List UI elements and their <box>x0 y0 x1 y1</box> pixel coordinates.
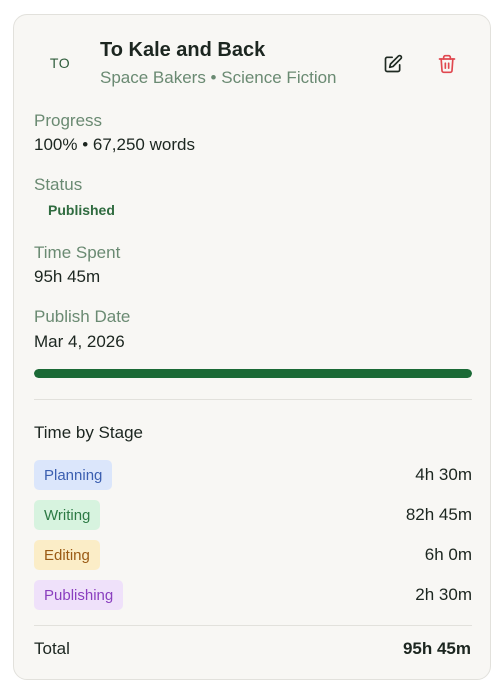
stage-chip-editing: Editing <box>34 540 100 570</box>
time-spent-value: 95h 45m <box>34 267 101 286</box>
stage-row-publishing: Publishing 2h 30m <box>34 580 472 610</box>
stage-chip-planning: Planning <box>34 460 113 490</box>
stage-time-writing: 82h 45m <box>405 505 472 524</box>
total-value: 95h 45m <box>402 639 471 658</box>
progress-value: 100% • 67,250 words <box>34 135 195 154</box>
book-initials-avatar: TO <box>49 55 71 71</box>
stage-chip-writing: Writing <box>34 500 101 530</box>
time-spent-label: Time Spent <box>34 243 121 262</box>
progress-bar <box>34 369 472 378</box>
status-label: Status <box>34 175 83 194</box>
progress-bar-fill <box>34 369 472 378</box>
progress-label: Progress <box>34 111 103 130</box>
edit-button[interactable] <box>380 51 406 77</box>
edit-icon <box>384 54 403 73</box>
book-card: TO To Kale and Back Space Bakers • Scien… <box>13 14 491 680</box>
stage-row-planning: Planning 4h 30m <box>34 460 472 490</box>
stage-time-planning: 4h 30m <box>415 465 472 484</box>
stage-time-publishing: 2h 30m <box>415 585 472 604</box>
stage-row-writing: Writing 82h 45m <box>34 500 472 530</box>
stage-chip-publishing: Publishing <box>34 580 124 610</box>
trash-icon <box>438 54 456 74</box>
status-badge: Published <box>48 202 115 218</box>
publish-date-value: Mar 4, 2026 <box>34 332 125 351</box>
publish-date-label: Publish Date <box>34 307 131 326</box>
section-divider <box>34 399 472 400</box>
stage-row-editing: Editing 6h 0m <box>34 540 472 570</box>
total-label: Total <box>34 639 70 658</box>
stage-time-editing: 6h 0m <box>424 545 472 564</box>
time-by-stage-title: Time by Stage <box>34 423 143 442</box>
total-divider <box>34 625 472 626</box>
book-header: TO To Kale and Back Space Bakers • Scien… <box>14 15 490 105</box>
book-subtitle: Space Bakers • Science Fiction <box>100 68 337 87</box>
book-title: To Kale and Back <box>100 39 266 61</box>
delete-button[interactable] <box>434 51 460 77</box>
